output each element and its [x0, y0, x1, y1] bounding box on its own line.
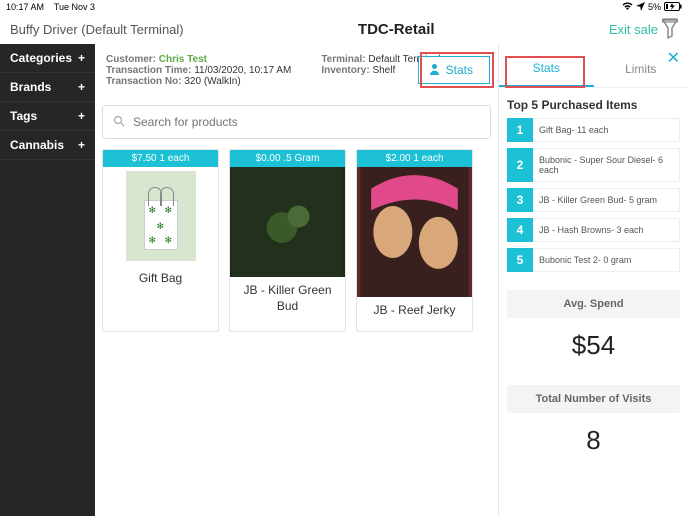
top5-item-label: Gift Bag- 11 each — [533, 118, 680, 142]
product-card[interactable]: $2.00 1 each JB - Reef Jerky — [356, 149, 473, 332]
tx-no-label: Transaction No: — [106, 76, 182, 87]
product-title: JB - Reef Jerky — [369, 297, 459, 331]
tx-time-value: 11/03/2020, 10:17 AM — [194, 65, 291, 76]
wifi-icon — [622, 2, 633, 13]
status-right: 5% — [622, 2, 682, 13]
rank-badge: 5 — [507, 248, 533, 272]
terminal-user: Buffy Driver (Default Terminal) — [10, 22, 184, 37]
visits-value: 8 — [507, 419, 680, 468]
product-grid: $7.50 1 each ✻ ✻ ✻ ✻ ✻ Gift Bag $0.00 .5… — [102, 149, 491, 332]
status-time-date: 10:17 AM Tue Nov 3 — [6, 2, 95, 12]
plus-icon: + — [78, 138, 85, 152]
inventory-value: Shelf — [372, 65, 395, 76]
status-time: 10:17 AM — [6, 2, 44, 12]
top5-row: 5 Bubonic Test 2- 0 gram — [507, 248, 680, 272]
tab-label: Stats — [533, 61, 560, 75]
terminal-label: Terminal: — [321, 54, 365, 65]
stats-button[interactable]: Stats — [418, 56, 490, 84]
status-bar: 10:17 AM Tue Nov 3 5% — [0, 0, 688, 14]
sidebar-item-label: Categories — [10, 51, 72, 65]
product-title: JB - Killer Green Bud — [230, 277, 345, 326]
sidebar-item-cannabis[interactable]: Cannabis + — [0, 131, 95, 160]
product-title: Gift Bag — [135, 265, 186, 299]
rank-badge: 3 — [507, 188, 533, 212]
product-search[interactable] — [102, 105, 491, 139]
funnel-icon — [662, 18, 678, 40]
top5-row: 4 JB - Hash Browns- 3 each — [507, 218, 680, 242]
rank-badge: 2 — [507, 148, 533, 182]
stats-button-label: Stats — [446, 63, 473, 77]
inventory-label: Inventory: — [321, 65, 369, 76]
top5-row: 2 Bubonic - Super Sour Diesel- 6 each — [507, 148, 680, 182]
visits-card: Total Number of Visits — [507, 385, 680, 413]
top5-item-label: JB - Hash Browns- 3 each — [533, 218, 680, 242]
stats-panel: ✕ Stats Limits Top 5 Purchased Items 1 G… — [498, 44, 688, 516]
tab-stats[interactable]: Stats — [499, 50, 594, 87]
panel-tabs: Stats Limits — [499, 50, 688, 88]
exit-sale-button[interactable]: Exit sale — [609, 18, 678, 40]
top5-item-label: Bubonic Test 2- 0 gram — [533, 248, 680, 272]
app-title: TDC-Retail — [358, 21, 435, 38]
sidebar-item-categories[interactable]: Categories + — [0, 44, 95, 73]
user-icon — [429, 63, 440, 78]
search-icon — [113, 115, 125, 130]
sidebar-item-label: Brands — [10, 80, 51, 94]
rank-badge: 4 — [507, 218, 533, 242]
tab-limits[interactable]: Limits — [594, 50, 688, 87]
avg-spend-label: Avg. Spend — [507, 298, 680, 310]
product-price: $0.00 .5 Gram — [230, 150, 345, 167]
avg-spend-card: Avg. Spend — [507, 290, 680, 318]
battery-icon — [664, 2, 682, 13]
location-icon — [636, 2, 645, 13]
product-card[interactable]: $7.50 1 each ✻ ✻ ✻ ✻ ✻ Gift Bag — [102, 149, 219, 332]
customer-name[interactable]: Chris Test — [159, 54, 207, 65]
sidebar-item-tags[interactable]: Tags + — [0, 102, 95, 131]
product-card[interactable]: $0.00 .5 Gram JB - Killer Green Bud — [229, 149, 346, 332]
search-input[interactable] — [133, 115, 480, 129]
top5-row: 3 JB - Killer Green Bud- 5 gram — [507, 188, 680, 212]
customer-label: Customer: — [106, 54, 156, 65]
tab-label: Limits — [625, 62, 656, 76]
rank-badge: 1 — [507, 118, 533, 142]
app-header: Buffy Driver (Default Terminal) TDC-Reta… — [0, 14, 688, 44]
plus-icon: + — [78, 51, 85, 65]
content-area: Customer: Chris Test Transaction Time: 1… — [95, 44, 498, 516]
top5-item-label: JB - Killer Green Bud- 5 gram — [533, 188, 680, 212]
status-date: Tue Nov 3 — [54, 2, 95, 12]
plus-icon: + — [78, 80, 85, 94]
sidebar-item-brands[interactable]: Brands + — [0, 73, 95, 102]
battery-pct: 5% — [648, 2, 661, 12]
exit-sale-label: Exit sale — [609, 22, 658, 37]
top5-section: Top 5 Purchased Items 1 Gift Bag- 11 eac… — [499, 88, 688, 278]
category-sidebar: Categories + Brands + Tags + Cannabis + — [0, 44, 95, 516]
sidebar-item-label: Tags — [10, 109, 37, 123]
main-area: Categories + Brands + Tags + Cannabis + … — [0, 44, 688, 516]
product-thumb — [357, 167, 472, 297]
product-thumb — [230, 167, 345, 277]
top5-item-label: Bubonic - Super Sour Diesel- 6 each — [533, 148, 680, 182]
tx-time-label: Transaction Time: — [106, 65, 191, 76]
visits-label: Total Number of Visits — [507, 393, 680, 405]
top5-row: 1 Gift Bag- 11 each — [507, 118, 680, 142]
top5-title: Top 5 Purchased Items — [507, 98, 680, 112]
product-price: $7.50 1 each — [103, 150, 218, 167]
avg-spend-value: $54 — [507, 324, 680, 373]
product-price: $2.00 1 each — [357, 150, 472, 167]
product-thumb: ✻ ✻ ✻ ✻ ✻ — [126, 171, 196, 261]
tx-col-1: Customer: Chris Test Transaction Time: 1… — [106, 54, 291, 87]
tx-no-value: 320 (WalkIn) — [184, 76, 240, 87]
plus-icon: + — [78, 109, 85, 123]
sidebar-item-label: Cannabis — [10, 138, 64, 152]
